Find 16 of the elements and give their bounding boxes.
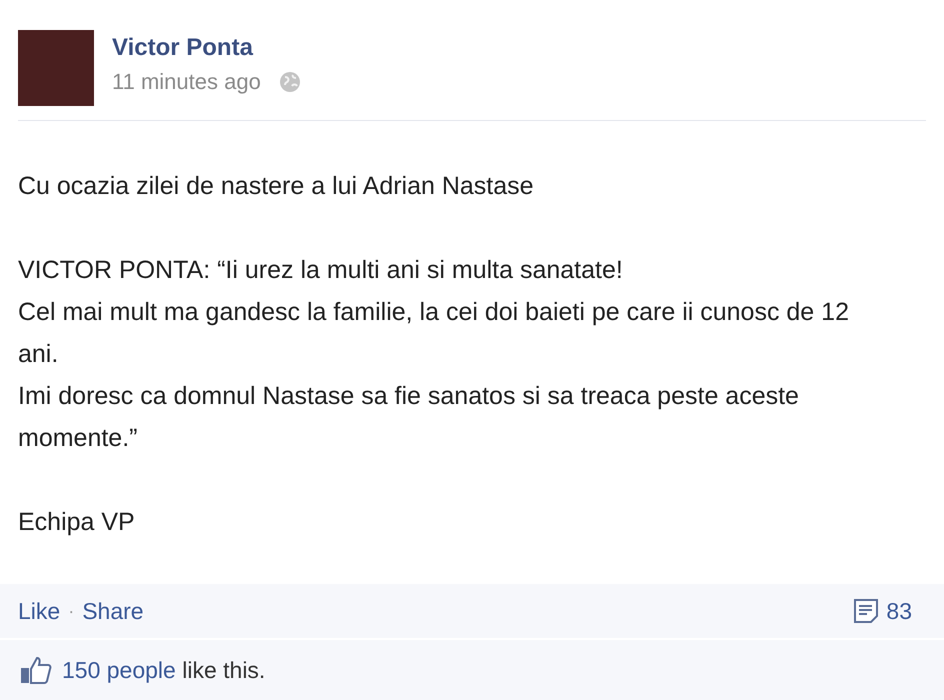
post-text: Imi doresc ca domnul Nastase sa fie sanatos si sa treaca peste aceste momente.” xyxy=(18,381,800,454)
post-text: Cel mai mult ma gandesc la familie, la cei doi baieti pe care ii cunosc de 12 ani. xyxy=(18,297,850,370)
likes-summary: 150 people like this. xyxy=(62,656,266,685)
thumbs-up-icon xyxy=(20,655,52,685)
share-link[interactable]: Share xyxy=(82,594,144,628)
globe-icon xyxy=(278,71,301,93)
people-link[interactable]: 150 people xyxy=(62,656,176,683)
post-time[interactable]: 11 minutes ago xyxy=(112,69,261,95)
comment-count[interactable]: 83 xyxy=(886,594,912,628)
comment-icon[interactable] xyxy=(852,597,880,625)
like-link[interactable]: Like xyxy=(18,594,60,628)
post-text: Cu ocazia zilei de nastere a lui Adrian Nastase xyxy=(18,171,535,202)
post-text: Echipa VP xyxy=(18,507,136,538)
author-name[interactable]: Victor Ponta xyxy=(112,33,301,63)
post-text: VICTOR PONTA: “Ii urez la multi ani si multa sanatate! xyxy=(18,255,624,286)
separator-dot: · xyxy=(68,600,74,622)
